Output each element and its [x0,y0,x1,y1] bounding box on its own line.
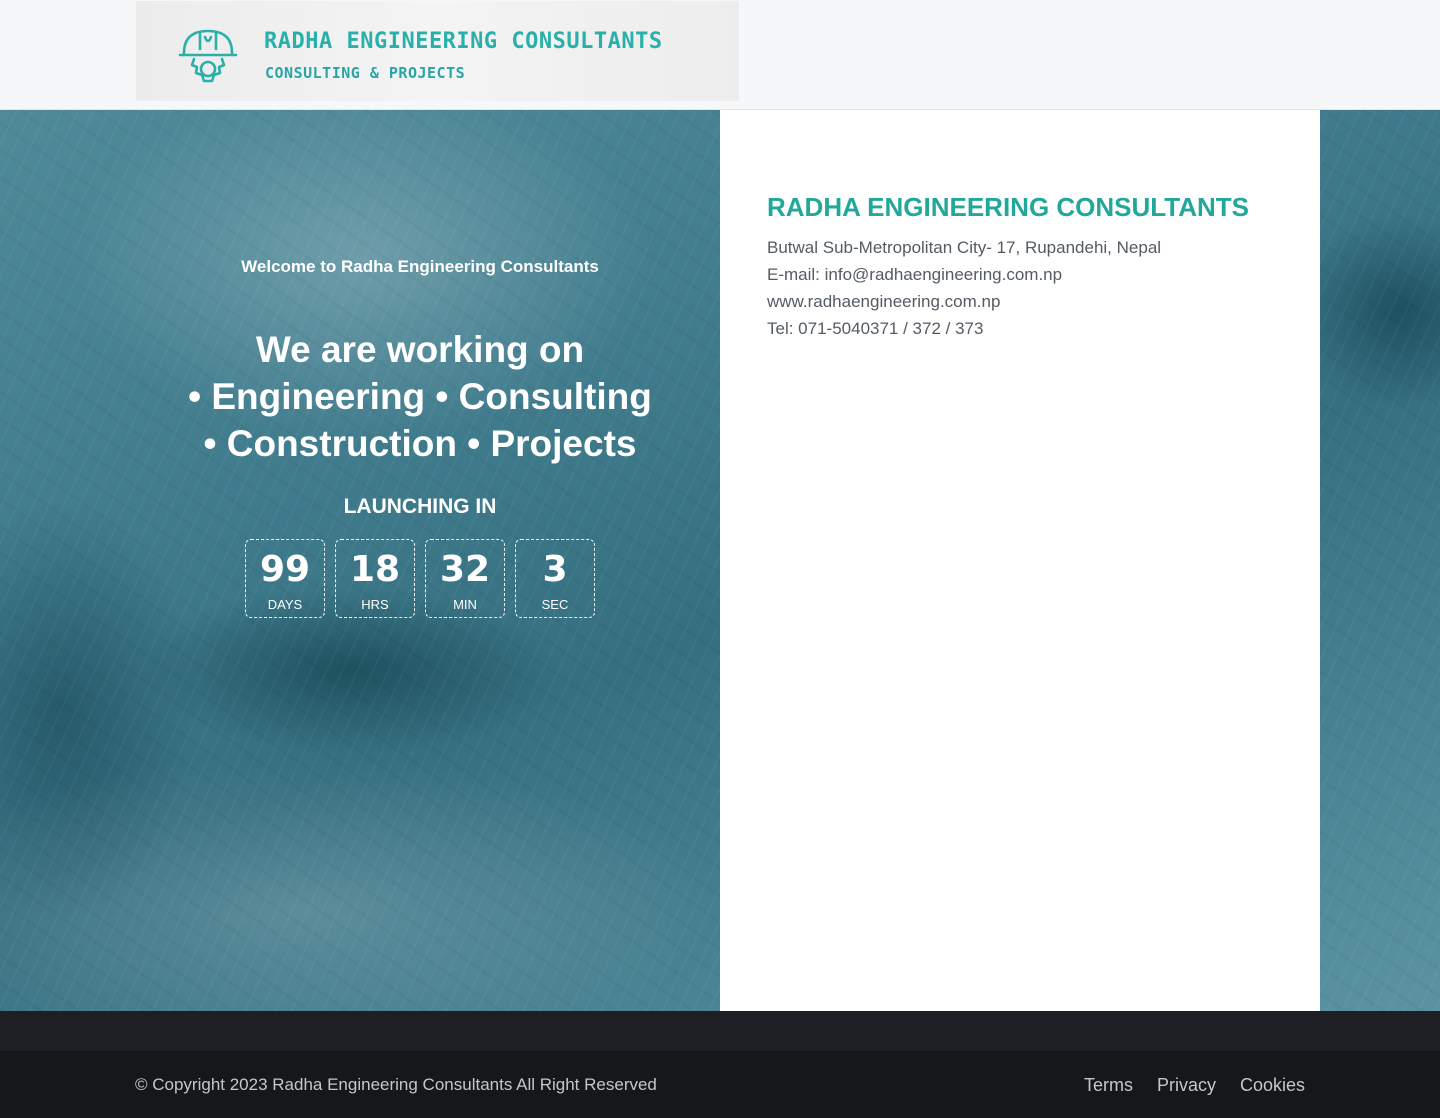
website-link[interactable]: www.radhaengineering.com.np [767,288,1161,315]
address-text: Butwal Sub-Metropolitan City- 17, Rupand… [767,238,1162,257]
launching-label: LAUNCHING IN [343,495,497,518]
headline-line: • Construction • Projects [203,423,637,464]
site-logo[interactable]: RADHA ENGINEERING CONSULTANTS CONSULTING… [136,1,739,101]
footer-link-cookies[interactable]: Cookies [1240,1075,1305,1096]
footer-spacer [0,1011,1440,1051]
logo-subtitle: CONSULTING & PROJECTS [265,64,466,82]
headline: We are working on • Engineering • Consul… [0,326,840,467]
countdown-seconds: 3 SEC [515,539,595,618]
footer-link-terms[interactable]: Terms [1084,1075,1133,1096]
headline-line: We are working on [255,329,585,370]
countdown-timer: 99 DAYS 18 HRS 32 MIN 3 SEC [245,539,595,618]
engineer-helmet-gear-icon [178,29,238,83]
countdown-hours: 18 HRS [335,539,415,618]
countdown-value: 99 [259,549,311,590]
site-footer: © Copyright 2023 Radha Engineering Consu… [0,1051,1440,1118]
welcome-text: Welcome to Radha Engineering Consultants [241,257,599,276]
contact-panel: RADHA ENGINEERING CONSULTANTS Butwal Sub… [720,110,1320,1011]
contact-info: Butwal Sub-Metropolitan City- 17, Rupand… [767,234,1161,342]
countdown-days: 99 DAYS [245,539,325,618]
email-text[interactable]: E-mail: info@radhaengineering.com.np [767,261,1161,288]
countdown-label: DAYS [267,597,303,612]
countdown-value: 3 [542,549,568,590]
countdown-value: 18 [349,549,401,590]
countdown-minutes: 32 MIN [425,539,505,618]
countdown-label: SEC [541,597,569,612]
hero-content: Welcome to Radha Engineering Consultants… [0,110,720,1011]
company-name: RADHA ENGINEERING CONSULTANTS [767,192,1249,222]
footer-link-privacy[interactable]: Privacy [1157,1075,1216,1096]
phone-text[interactable]: Tel: 071-5040371 / 372 / 373 [767,315,1161,342]
countdown-label: HRS [361,597,389,612]
site-header: RADHA ENGINEERING CONSULTANTS CONSULTING… [0,0,1440,110]
hero-section: Welcome to Radha Engineering Consultants… [0,110,1440,1011]
copyright-text: © Copyright 2023 Radha Engineering Consu… [135,1075,657,1094]
logo-title: RADHA ENGINEERING CONSULTANTS [264,29,663,54]
headline-line: • Engineering • Consulting [188,376,652,417]
footer-links: Terms Privacy Cookies [1084,1075,1305,1096]
countdown-value: 32 [439,549,491,590]
countdown-label: MIN [453,597,477,612]
